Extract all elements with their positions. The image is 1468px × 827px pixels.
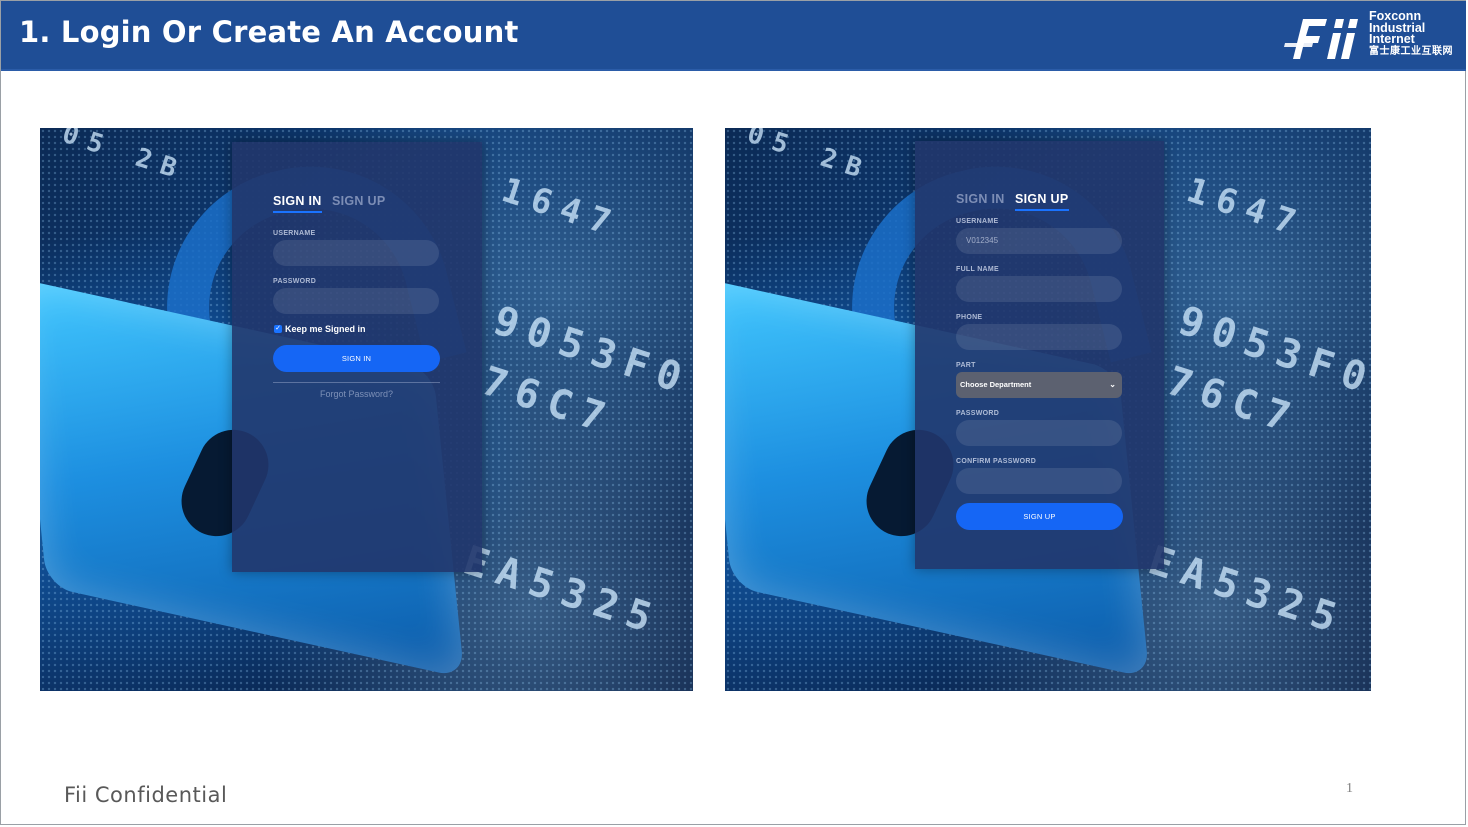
fii-logo: Foxconn Industrial Internet 富士康工业互联网 [1283,10,1463,61]
signup-button[interactable]: SIGN UP [956,503,1123,530]
password-input[interactable] [956,420,1122,446]
divider [273,382,440,383]
bg-hex-digits: EA5325 [457,537,667,645]
bg-hex-digits: 05 2B [743,128,875,188]
forgot-password-link[interactable]: Forgot Password? [273,389,440,399]
bg-hex-digits: 1647 [496,170,626,246]
bg-hex-digits: EA5325 [1142,537,1352,645]
username-label: USERNAME [956,218,999,225]
logo-wordmark: Foxconn Industrial Internet 富士康工业互联网 [1369,10,1453,57]
confirm-password-label: CONFIRM PASSWORD [956,458,1037,465]
page-number: 1 [1346,781,1353,796]
confirm-password-input[interactable] [956,468,1122,494]
signup-screenshot: 1647 9053F0 76C7 EA5325 05 2B SIGN IN SI… [725,128,1371,691]
tab-signup[interactable]: SIGN UP [332,194,386,208]
tab-signup[interactable]: SIGN UP [1015,192,1069,211]
bg-hex-digits: 1647 [1181,170,1311,246]
username-input[interactable]: V012345 [956,228,1122,254]
tab-signin[interactable]: SIGN IN [956,192,1005,206]
fullname-input[interactable] [956,276,1122,302]
tab-signin[interactable]: SIGN IN [273,194,322,213]
phone-input[interactable] [956,324,1122,350]
footer-confidential: Fii Confidential [64,783,228,807]
bg-hex-digits: 05 2B [58,128,190,188]
chevron-down-icon: ⌄ [1109,380,1116,389]
password-label: PASSWORD [956,410,1000,417]
password-input[interactable] [273,288,439,314]
password-label: PASSWORD [273,278,317,285]
keep-signed-checkbox[interactable]: ✓ [274,325,282,333]
keep-signed-label: Keep me Signed in [285,324,366,334]
logo-line-3: Internet [1369,32,1415,46]
header-bar: 1. Login Or Create An Account Foxconn In… [1,1,1466,71]
signin-card: SIGN IN SIGN UP USERNAME PASSWORD ✓ Keep… [232,142,482,572]
username-label: USERNAME [273,230,316,237]
department-select[interactable]: Choose Department ⌄ [956,372,1122,398]
slide-title: 1. Login Or Create An Account [19,15,519,49]
phone-label: PHONE [956,314,983,321]
department-select-value: Choose Department [960,380,1032,389]
signin-button[interactable]: SIGN IN [273,345,440,372]
fullname-label: FULL NAME [956,266,1000,273]
logo-line-4: 富士康工业互联网 [1369,45,1453,57]
signup-card: SIGN IN SIGN UP USERNAME V012345 FULL NA… [915,141,1164,569]
part-label: PART [956,362,976,369]
fii-logo-icon [1284,19,1358,59]
signin-screenshot: 1647 9053F0 76C7 EA5325 05 2B SIGN IN SI… [40,128,693,691]
username-input[interactable] [273,240,439,266]
